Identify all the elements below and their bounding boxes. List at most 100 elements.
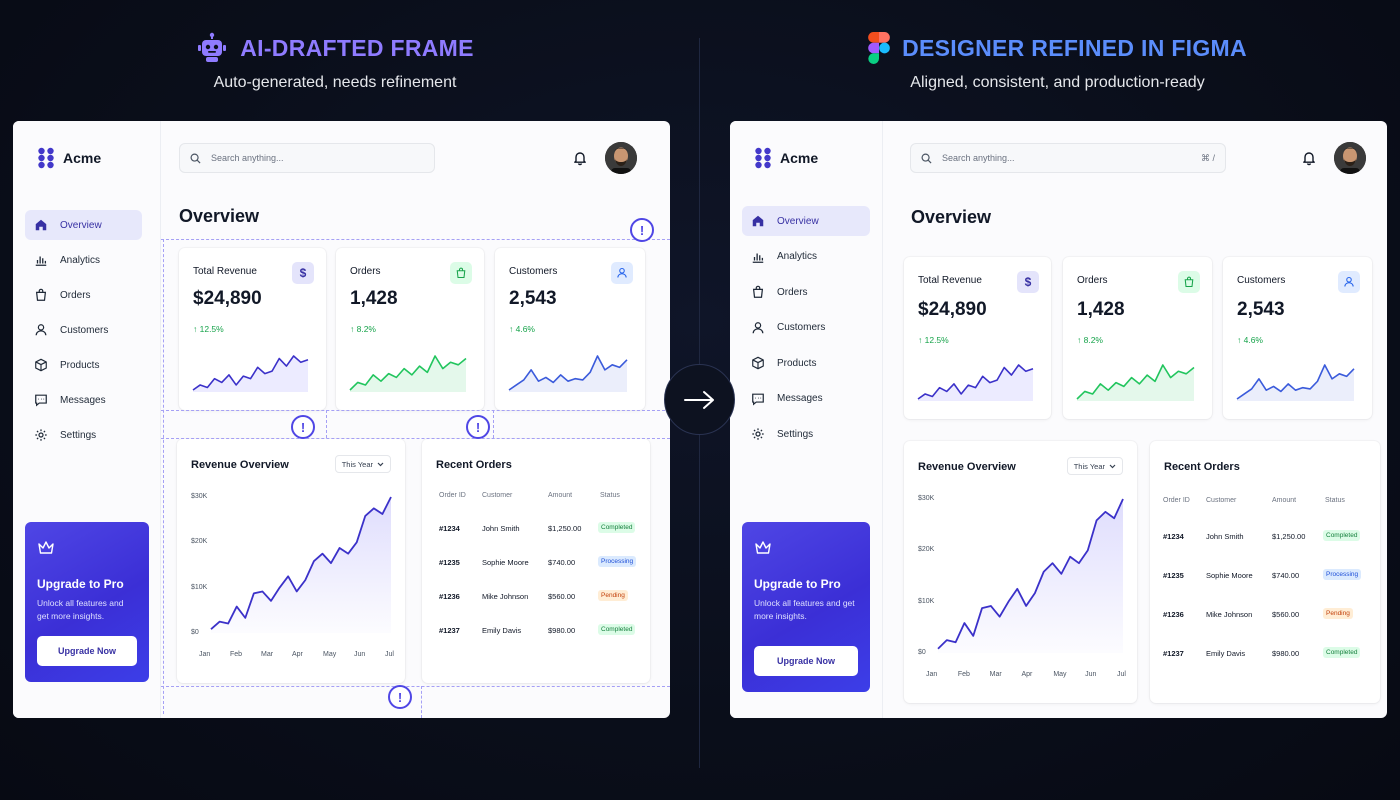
sidebar-item-overview[interactable]: Overview [742, 206, 870, 236]
bell-icon[interactable] [572, 150, 588, 166]
x-tick-label: Jan [199, 651, 211, 658]
table-header: Status [1325, 497, 1345, 504]
x-tick-label: Apr [1021, 671, 1033, 678]
user-icon [752, 321, 764, 333]
upgrade-title: Upgrade to Pro [37, 577, 124, 591]
message-icon [35, 394, 47, 407]
alignment-guide [421, 686, 422, 718]
sidebar-item-label: Messages [60, 394, 106, 406]
user-icon [35, 324, 47, 336]
alert-icon[interactable]: ! [291, 415, 315, 439]
alert-icon[interactable]: ! [630, 218, 654, 242]
search-input[interactable]: Search anything... ⌘ / [910, 143, 1226, 173]
sparkline-2-area [1077, 365, 1194, 401]
search-shortcut: ⌘ / [1200, 152, 1215, 163]
table-header: Order ID [1163, 497, 1190, 504]
order-customer: Mike Johnson [482, 592, 529, 601]
order-amount: $980.00 [548, 626, 576, 635]
upgrade-now-button[interactable]: Upgrade Now [754, 646, 858, 676]
bar-chart-icon [35, 256, 47, 266]
user-icon [1338, 271, 1360, 293]
sidebar-item-analytics[interactable]: Analytics [25, 245, 142, 275]
sidebar-item-settings[interactable]: Settings [25, 420, 142, 450]
search-placeholder: Search anything... [942, 153, 1015, 163]
stat-card-total-revenue: Total Revenue $24,890 ↑ 12.5% $ [904, 257, 1051, 419]
sidebar-item-label: Orders [60, 289, 91, 301]
stat-card-customers: Customers 2,543 ↑ 4.6% [495, 248, 645, 410]
stat-card-customers: Customers 2,543 ↑ 4.6% [1223, 257, 1372, 419]
range-select[interactable]: This Year [334, 455, 391, 473]
upgrade-title: Upgrade to Pro [754, 577, 841, 591]
range-select[interactable]: This Year [1066, 457, 1123, 475]
avatar-image [1334, 142, 1366, 174]
robot-icon [198, 32, 227, 62]
stat-card-orders: Orders 1,428 ↑ 8.2% [336, 248, 484, 410]
alignment-guide [326, 410, 327, 438]
sidebar-item-overview[interactable]: Overview [25, 210, 142, 240]
sparkline-1 [917, 364, 1034, 401]
alignment-guide [161, 686, 670, 687]
status-badge: Completed [598, 624, 636, 635]
alignment-guide [161, 239, 670, 240]
sidebar-item-orders[interactable]: Orders [25, 280, 142, 310]
x-tick-label: Jun [1085, 671, 1097, 678]
brand[interactable]: Acme [754, 147, 818, 169]
y-tick-label: $30K [918, 495, 935, 502]
chevron-down-icon [1109, 464, 1116, 468]
sidebar-item-orders[interactable]: Orders [742, 277, 870, 307]
revenue-overview-panel: Revenue Overview This Year $0 $10K $20K $30K J… [177, 439, 405, 683]
y-tick-label: $10K [191, 583, 208, 591]
sidebar-item-label: Products [60, 359, 100, 371]
avatar[interactable] [605, 142, 637, 174]
sidebar-item-label: Products [777, 357, 817, 369]
upgrade-card: Upgrade to Pro Unlock all features and ge… [742, 522, 870, 692]
sidebar-item-customers[interactable]: Customers [25, 315, 142, 345]
stat-delta: ↑ 12.5% [193, 324, 224, 334]
sidebar-item-products[interactable]: Products [25, 350, 142, 380]
status-badge: Completed [1323, 530, 1361, 541]
x-tick-label: Apr [292, 651, 303, 658]
sidebar-item-label: Customers [60, 324, 109, 336]
sparkline-1 [192, 355, 309, 392]
sidebar-item-label: Overview [777, 215, 819, 227]
sidebar-item-messages[interactable]: Messages [742, 384, 870, 414]
order-amount: $1,250.00 [1272, 532, 1306, 541]
order-id: #1236 [1163, 610, 1184, 619]
stat-value: $24,890 [193, 288, 262, 309]
left-title: AI-DRAFTED FRAME [240, 34, 474, 61]
right-subtitle: Aligned, consistent, and production-read… [910, 74, 1205, 91]
shopping-bag-icon [35, 288, 47, 301]
box-icon [752, 356, 764, 370]
stat-label: Customers [509, 266, 558, 277]
sidebar-item-settings[interactable]: Settings [742, 419, 870, 449]
sparkline-2 [1076, 364, 1195, 401]
alignment-guide [493, 410, 494, 438]
ai-drafted-frame: Acme Overview Analytics Orders Customers Prod… [13, 121, 670, 718]
acme-logo-icon [38, 147, 54, 169]
bell-icon[interactable] [1301, 150, 1317, 166]
sidebar-item-customers[interactable]: Customers [742, 313, 870, 343]
shopping-bag-icon [752, 285, 764, 298]
search-input[interactable]: Search anything... [179, 143, 435, 173]
shopping-bag-icon [450, 262, 472, 284]
brand[interactable]: Acme [37, 147, 101, 169]
crown-icon [755, 541, 771, 554]
upgrade-text: Unlock all features and get more insight… [754, 598, 855, 621]
compare-arrow-button[interactable] [664, 364, 735, 435]
sidebar-item-analytics[interactable]: Analytics [742, 242, 870, 272]
stat-value: 2,543 [509, 288, 557, 309]
stat-label: Customers [1237, 275, 1286, 286]
upgrade-now-button[interactable]: Upgrade Now [37, 636, 137, 666]
alert-icon[interactable]: ! [388, 685, 412, 709]
y-tick-label: $0 [191, 629, 199, 636]
order-customer: Mike Johnson [1206, 610, 1253, 619]
sidebar-item-products[interactable]: Products [742, 348, 870, 378]
dollar-icon: $ [1017, 271, 1039, 293]
order-customer: Emily Davis [482, 626, 522, 635]
sidebar-item-messages[interactable]: Messages [25, 385, 142, 415]
status-badge: Pending [598, 590, 628, 601]
avatar[interactable] [1334, 142, 1366, 174]
acme-logo-icon [755, 147, 771, 169]
sidebar-item-label: Analytics [777, 251, 818, 262]
alert-icon[interactable]: ! [466, 415, 490, 439]
